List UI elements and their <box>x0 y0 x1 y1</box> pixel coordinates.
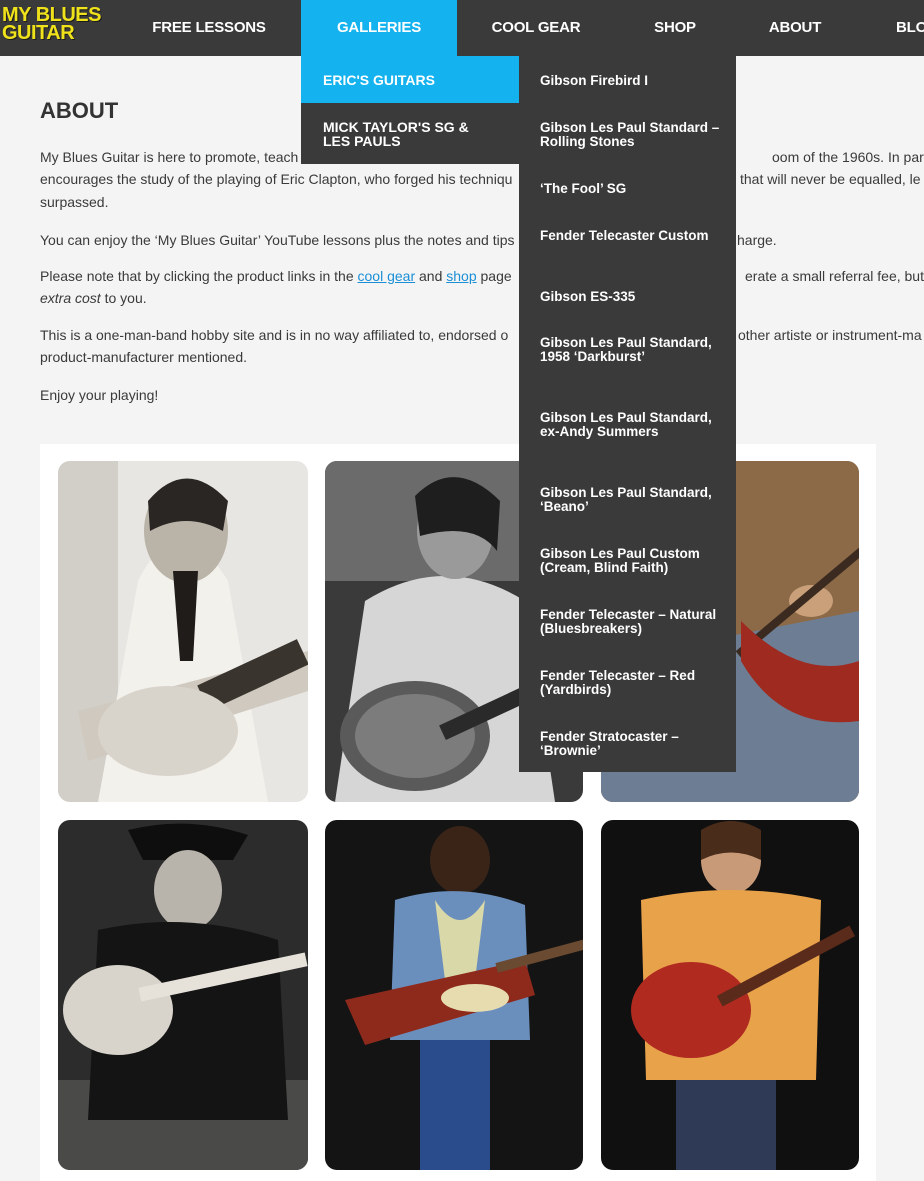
extra-cost-emphasis: extra cost <box>40 290 101 306</box>
disclaimer-text-a: This is a one-man-band hobby site and is… <box>40 327 509 343</box>
paragraph-enjoy: Enjoy your playing! <box>40 387 159 403</box>
paragraph-referral-line-2: extra cost to you. <box>40 287 924 309</box>
photo-bw-telecaster <box>58 461 308 802</box>
intro-text-b: oom of the 1960s. In particula <box>772 149 924 165</box>
gallery-photo[interactable] <box>325 820 583 1170</box>
paragraph-intro-line-3: surpassed. <box>40 194 109 210</box>
menu-item-erics-guitars[interactable]: ERIC'S GUITARS <box>301 56 519 103</box>
site-logo[interactable]: MY BLUES GUITAR <box>2 5 102 50</box>
nav-cool-gear[interactable]: COOL GEAR <box>476 0 596 56</box>
submenu-item-telecaster-natural[interactable]: Fender Telecaster – Natural (Bluesbreake… <box>540 608 725 636</box>
intro-text-d: that will never be equalled, le <box>740 171 921 187</box>
referral-text-c: page <box>476 268 512 284</box>
nav-free-lessons[interactable]: FREE LESSONS <box>133 0 285 56</box>
nav-about[interactable]: ABOUT <box>752 0 838 56</box>
intro-text-a: My Blues Guitar is here to promote, teac… <box>40 149 299 165</box>
photo-color-es335 <box>601 820 859 1170</box>
paragraph-youtube: You can enjoy the ‘My Blues Guitar’ YouT… <box>40 229 924 251</box>
nav-shop[interactable]: SHOP <box>633 0 717 56</box>
paragraph-intro-line-2: encourages the study of the playing of E… <box>40 168 924 190</box>
submenu-item-les-paul-darkburst[interactable]: Gibson Les Paul Standard, 1958 ‘Darkburs… <box>540 336 725 364</box>
nav-galleries[interactable]: GALLERIES <box>301 0 457 56</box>
referral-text-a: Please note that by clicking the product… <box>40 268 358 284</box>
submenu-item-es335[interactable]: Gibson ES-335 <box>540 290 725 304</box>
submenu-item-les-paul-custom[interactable]: Gibson Les Paul Custom (Cream, Blind Fai… <box>540 547 725 575</box>
referral-text-e: to you. <box>100 290 147 306</box>
submenu-item-firebird[interactable]: Gibson Firebird I <box>540 74 725 88</box>
logo-line-2: GUITAR <box>2 22 75 44</box>
paragraph-referral: Please note that by clicking the product… <box>40 265 924 287</box>
photo-gallery <box>40 444 876 1181</box>
galleries-dropdown: ERIC'S GUITARS MICK TAYLOR'S SG & LES PA… <box>301 56 519 164</box>
youtube-text-b: harge. <box>737 232 777 248</box>
top-navigation-bar: MY BLUES GUITAR FREE LESSONS GALLERIES C… <box>0 0 924 56</box>
page-title: ABOUT <box>40 98 119 123</box>
submenu-item-the-fool-sg[interactable]: ‘The Fool’ SG <box>540 182 725 196</box>
nav-blog[interactable]: BLO <box>896 0 924 56</box>
submenu-item-les-paul-rolling-stones[interactable]: Gibson Les Paul Standard – Rolling Stone… <box>540 121 725 149</box>
erics-guitars-submenu: Gibson Firebird I Gibson Les Paul Standa… <box>519 56 736 772</box>
disclaimer-text-b: other artiste or instrument-ma <box>738 327 922 343</box>
shop-link[interactable]: shop <box>446 268 476 284</box>
submenu-item-stratocaster-brownie[interactable]: Fender Stratocaster – ‘Brownie’ <box>540 730 725 758</box>
paragraph-disclaimer-line-2: product-manufacturer mentioned. <box>40 349 247 365</box>
submenu-item-les-paul-beano[interactable]: Gibson Les Paul Standard, ‘Beano’ <box>540 486 725 514</box>
submenu-item-telecaster-red[interactable]: Fender Telecaster – Red (Yardbirds) <box>540 669 725 697</box>
referral-text-b: and <box>415 268 447 284</box>
photo-bw-hat-guitarist <box>58 820 308 1170</box>
gallery-photo[interactable] <box>58 820 308 1170</box>
submenu-item-telecaster-custom[interactable]: Fender Telecaster Custom <box>540 229 725 243</box>
paragraph-disclaimer: This is a one-man-band hobby site and is… <box>40 324 924 346</box>
intro-text-c: encourages the study of the playing of E… <box>40 171 513 187</box>
gallery-photo[interactable] <box>58 461 308 802</box>
referral-text-d: erate a small referral fee, but a <box>745 268 924 284</box>
gallery-photo[interactable] <box>601 820 859 1170</box>
menu-item-mick-taylors-sg[interactable]: MICK TAYLOR'S SG & LES PAULS <box>301 103 519 164</box>
photo-color-firebird <box>325 820 583 1170</box>
cool-gear-link[interactable]: cool gear <box>358 268 416 284</box>
submenu-item-les-paul-andy-summers[interactable]: Gibson Les Paul Standard, ex-Andy Summer… <box>540 411 725 439</box>
youtube-text-a: You can enjoy the ‘My Blues Guitar’ YouT… <box>40 232 515 248</box>
